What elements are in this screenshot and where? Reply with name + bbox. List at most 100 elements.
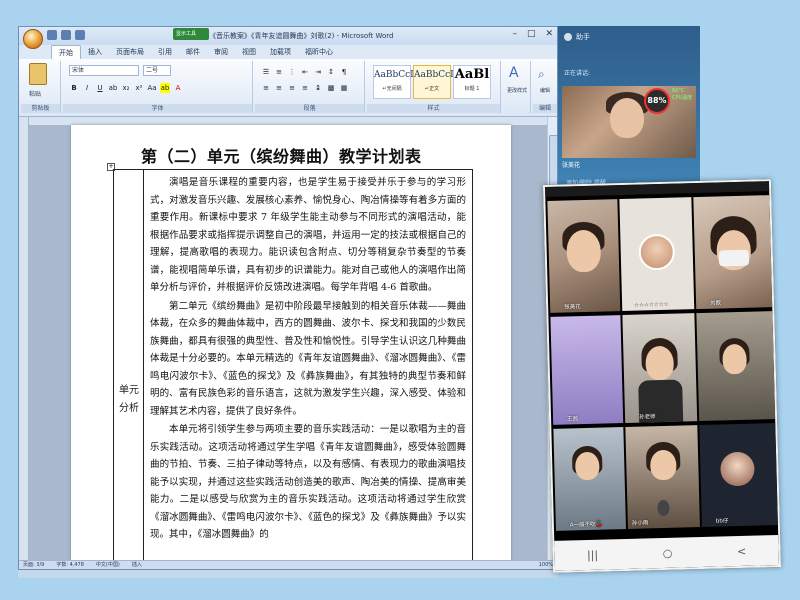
tab-mailings[interactable]: 邮件 xyxy=(179,45,207,59)
numbering-icon[interactable]: ≡ xyxy=(274,67,284,77)
list-row: ☰ ≡ ⋮ ⇤ ⇥ ↕ ¶ xyxy=(261,67,349,77)
bullets-icon[interactable]: ☰ xyxy=(261,67,271,77)
mic-off-icon[interactable] xyxy=(657,499,670,517)
style-sample: AaBl xyxy=(454,67,490,82)
minimize-icon[interactable]: – xyxy=(512,29,517,39)
table-content-cell[interactable]: 演唱是音乐课程的重要内容，也是学生易于接受并乐于参与的学习形式，对激发音乐兴趣、… xyxy=(143,169,473,562)
strikethrough-icon[interactable]: ab xyxy=(108,83,118,93)
home-icon[interactable]: ○ xyxy=(663,546,673,559)
vertical-ruler xyxy=(19,117,29,562)
participant-name: bb仔 xyxy=(715,518,729,525)
style-normal[interactable]: AaBbCcDt ↵正文 xyxy=(413,65,461,99)
display-tools-badge[interactable]: 显示工具 xyxy=(173,28,209,40)
editing-group: ⌕ 编辑 编辑 xyxy=(533,61,557,113)
paste-label[interactable]: 粘贴 xyxy=(29,89,41,98)
window-controls: – □ ✕ xyxy=(512,29,553,39)
editing-label[interactable]: 编辑 xyxy=(533,87,557,94)
participant-tile[interactable]: bb仔 xyxy=(699,423,778,528)
tab-insert[interactable]: 插入 xyxy=(81,45,109,59)
line-spacing-icon[interactable]: ↨ xyxy=(313,83,323,93)
shading-icon[interactable]: ▩ xyxy=(326,83,336,93)
ribbon-tabs: 开始 插入 页面布局 引用 邮件 审阅 视图 加载项 福昕中心 xyxy=(19,45,557,59)
align-left-icon[interactable]: ≡ xyxy=(261,83,271,93)
recent-apps-icon[interactable]: ||| xyxy=(587,548,598,561)
multilevel-icon[interactable]: ⋮ xyxy=(287,67,297,77)
tab-review[interactable]: 审阅 xyxy=(207,45,235,59)
font-name-select[interactable]: 宋体 xyxy=(69,65,139,76)
underline-icon[interactable]: U xyxy=(95,83,105,93)
taskbar-strip xyxy=(18,570,558,578)
align-right-icon[interactable]: ≡ xyxy=(287,83,297,93)
decrease-indent-icon[interactable]: ⇤ xyxy=(300,67,310,77)
style-no-spacing[interactable]: AaBbCcDt ↵无间隔 xyxy=(373,65,421,99)
back-icon[interactable]: < xyxy=(737,544,747,557)
status-bar: 页面: 3/9 字数: 4,478 中文(中国) 插入 100% xyxy=(19,560,557,569)
maximize-icon[interactable]: □ xyxy=(527,29,536,39)
style-heading-1[interactable]: AaBl 标题 1 xyxy=(453,65,491,99)
change-styles-label[interactable]: 更改样式 xyxy=(503,87,531,94)
participant-tile[interactable]: ☆☆☆☆☆☆☆ xyxy=(619,197,695,312)
participant-avatar xyxy=(638,233,676,271)
participant-tile[interactable] xyxy=(696,311,776,422)
undo-icon[interactable] xyxy=(61,30,71,40)
tab-references[interactable]: 引用 xyxy=(151,45,179,59)
participant-tile[interactable]: A一般不吃🍒 xyxy=(553,427,626,531)
superscript-icon[interactable]: x² xyxy=(134,83,144,93)
increase-indent-icon[interactable]: ⇥ xyxy=(313,67,323,77)
word-window: 显示工具 《音乐教案》《青年友谊圆舞曲》刘歌(2) - Microsoft Wo… xyxy=(18,26,558,570)
office-button[interactable] xyxy=(23,29,43,49)
word-count[interactable]: 字数: 4,478 xyxy=(56,561,84,569)
participant-tile[interactable]: 孙小雨 xyxy=(625,425,700,529)
language-indicator[interactable]: 中文(中国) xyxy=(96,561,120,569)
phone-status-bar xyxy=(545,181,770,197)
zoom-level[interactable]: 100% xyxy=(539,561,553,569)
borders-icon[interactable]: ▦ xyxy=(339,83,349,93)
tab-view[interactable]: 视图 xyxy=(235,45,263,59)
participant-avatar xyxy=(720,451,755,487)
tab-page-layout[interactable]: 页面布局 xyxy=(109,45,151,59)
paste-icon[interactable] xyxy=(29,63,47,85)
sort-icon[interactable]: ↕ xyxy=(326,67,336,77)
tab-home[interactable]: 开始 xyxy=(51,45,81,59)
font-color-icon[interactable]: A xyxy=(173,83,183,93)
insert-mode[interactable]: 插入 xyxy=(132,561,142,569)
participant-tile[interactable]: 刘歌 xyxy=(693,195,773,310)
table-label-cell[interactable]: 单元分析 xyxy=(113,169,143,562)
justify-icon[interactable]: ≡ xyxy=(300,83,310,93)
page-indicator[interactable]: 页面: 3/9 xyxy=(23,561,44,569)
speaking-label: 正在讲话: xyxy=(564,70,591,77)
redo-icon[interactable] xyxy=(75,30,85,40)
change-case-icon[interactable]: Aa xyxy=(147,83,157,93)
tab-foxit[interactable]: 福昕中心 xyxy=(298,45,340,59)
participant-tile[interactable]: 王茜 xyxy=(550,315,624,425)
style-sample: AaBbCcDt xyxy=(374,70,421,80)
participant-tile[interactable]: 张美花 xyxy=(547,199,621,313)
find-icon[interactable]: ⌕ xyxy=(538,67,545,82)
desktop: 显示工具 《音乐教案》《青年友谊圆舞曲》刘歌(2) - Microsoft Wo… xyxy=(0,0,800,600)
document-page[interactable]: 第（二）单元（缤纷舞曲）教学计划表 + 单元分析 演唱是音乐课程的重要内容，也是… xyxy=(71,125,511,562)
save-icon[interactable] xyxy=(47,30,57,40)
speaker-name: 张美花 xyxy=(562,162,581,169)
participant-tile[interactable]: 孙老师 xyxy=(622,313,698,423)
bold-icon[interactable]: B xyxy=(69,83,79,93)
close-icon[interactable]: ✕ xyxy=(545,29,553,39)
cpu-gauge[interactable]: 88% xyxy=(644,88,670,114)
assistant-title: 助手 xyxy=(576,33,590,41)
style-name: 标题 1 xyxy=(464,86,480,92)
style-name: ↵正文 xyxy=(424,86,440,92)
participant-name: 刘歌 xyxy=(710,300,722,307)
tab-addins[interactable]: 加载项 xyxy=(263,45,298,59)
italic-icon[interactable]: I xyxy=(82,83,92,93)
group-label-paragraph: 段落 xyxy=(255,104,364,113)
subscript-icon[interactable]: x₂ xyxy=(121,83,131,93)
show-marks-icon[interactable]: ¶ xyxy=(339,67,349,77)
ribbon: 粘贴 剪贴板 宋体 二号 B I U ab x₂ x² Aa ab A 字体 ☰… xyxy=(19,59,557,117)
font-size-select[interactable]: 二号 xyxy=(143,65,171,76)
document-area: 第（二）单元（缤纷舞曲）教学计划表 + 单元分析 演唱是音乐课程的重要内容，也是… xyxy=(19,117,557,562)
participant-name: A一般不吃🍒 xyxy=(569,521,603,529)
highlight-icon[interactable]: ab xyxy=(160,83,170,93)
quick-access-toolbar xyxy=(47,30,85,40)
change-styles-icon[interactable]: A xyxy=(509,65,525,81)
align-center-icon[interactable]: ≡ xyxy=(274,83,284,93)
participant-name: 王茜 xyxy=(567,416,579,423)
